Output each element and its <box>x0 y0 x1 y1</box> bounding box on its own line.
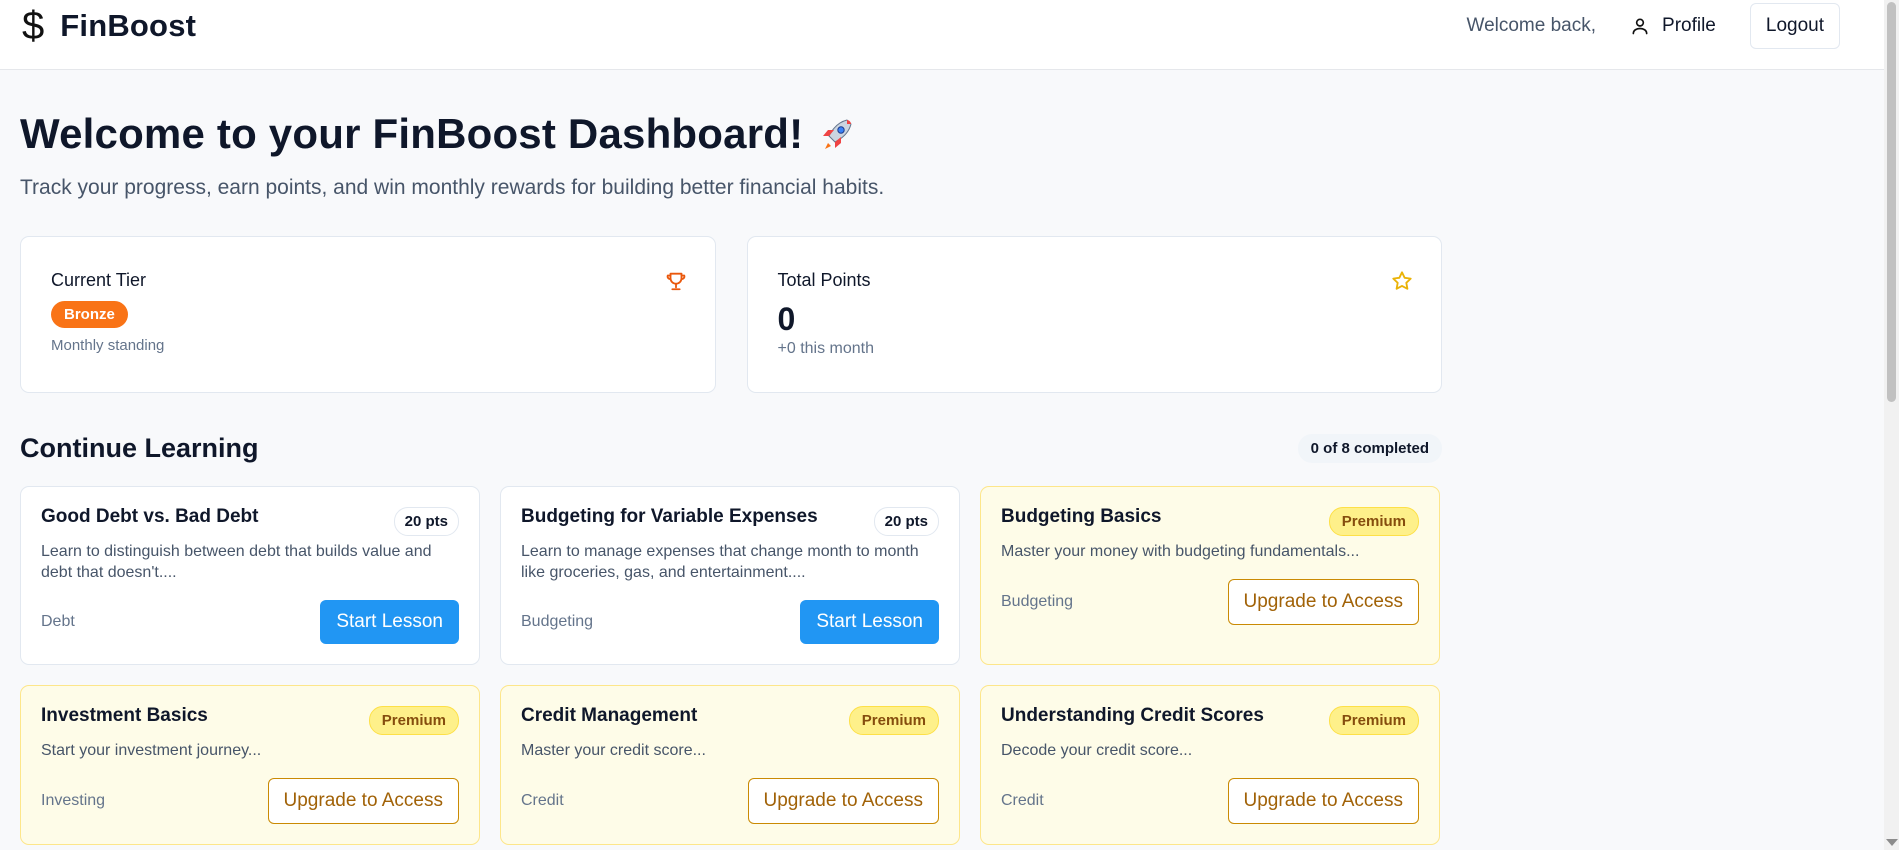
premium-lesson-card: Investment Basics Premium Start your inv… <box>20 685 480 845</box>
user-icon <box>1632 18 1648 34</box>
profile-link[interactable]: Profile <box>1630 15 1716 37</box>
lesson-grid: Good Debt vs. Bad Debt 20 pts Learn to d… <box>20 486 1442 845</box>
completion-badge: 0 of 8 completed <box>1297 434 1442 463</box>
lesson-card: Budgeting for Variable Expenses 20 pts L… <box>500 486 960 665</box>
lesson-footer: Budgeting Upgrade to Access <box>1001 579 1419 625</box>
lesson-footer: Debt Start Lesson <box>41 600 459 644</box>
lesson-description: Decode your credit score... <box>1001 742 1193 759</box>
premium-lesson-card: Budgeting Basics Premium Master your mon… <box>980 486 1440 665</box>
lesson-category: Credit <box>1001 792 1044 809</box>
lesson-description: Master your credit score... <box>521 742 706 759</box>
trophy-icon <box>666 272 685 291</box>
start-lesson-button[interactable]: Start Lesson <box>800 600 939 644</box>
vertical-scrollbar[interactable] <box>1884 0 1899 850</box>
continue-learning-header: Continue Learning 0 of 8 completed <box>20 433 1442 464</box>
header-nav: Welcome back, Profile Logout <box>1466 2 1840 49</box>
lesson-title: Investment Basics <box>41 705 208 726</box>
upgrade-button[interactable]: Upgrade to Access <box>1227 579 1419 625</box>
points-badge: 20 pts <box>393 507 459 536</box>
lesson-title: Understanding Credit Scores <box>1001 705 1264 726</box>
brand[interactable]: $ FinBoost <box>22 6 196 46</box>
scroll-down-arrow-icon[interactable] <box>1886 839 1898 846</box>
lesson-description: Master your money with budgeting fundame… <box>1001 543 1360 560</box>
lesson-title: Good Debt vs. Bad Debt <box>41 506 259 527</box>
lesson-footer: Credit Upgrade to Access <box>1001 778 1419 824</box>
points-value: 0 <box>777 301 796 337</box>
premium-badge: Premium <box>368 706 459 735</box>
lesson-category: Credit <box>521 792 564 809</box>
top-navbar: $ FinBoost Welcome back, Profile Logout <box>0 0 1884 70</box>
tier-label: Current Tier <box>51 270 147 290</box>
premium-badge: Premium <box>1328 706 1419 735</box>
lesson-title: Budgeting for Variable Expenses <box>521 506 818 527</box>
lesson-category: Budgeting <box>521 613 594 630</box>
welcome-text: Welcome back, <box>1466 14 1597 36</box>
lesson-description: Start your investment journey... <box>41 742 262 759</box>
lesson-description: Learn to manage expenses that change mon… <box>521 543 919 581</box>
lesson-card: Good Debt vs. Bad Debt 20 pts Learn to d… <box>20 486 480 665</box>
lesson-category: Investing <box>41 792 106 809</box>
lesson-description: Learn to distinguish between debt that b… <box>41 543 432 581</box>
brand-name: FinBoost <box>60 7 197 43</box>
start-lesson-button[interactable]: Start Lesson <box>320 600 459 644</box>
points-badge: 20 pts <box>873 507 939 536</box>
rocket-icon <box>823 119 852 149</box>
upgrade-button[interactable]: Upgrade to Access <box>1227 778 1419 824</box>
lesson-category: Debt <box>41 613 75 630</box>
star-icon <box>1392 271 1412 290</box>
logout-button[interactable]: Logout <box>1749 2 1840 49</box>
tier-badge: Bronze <box>51 301 128 328</box>
stats-row: Current Tier Bronze Monthly standing Tot… <box>20 236 1442 393</box>
premium-lesson-card: Understanding Credit Scores Premium Deco… <box>980 685 1440 845</box>
premium-lesson-card: Credit Management Premium Master your cr… <box>500 685 960 845</box>
total-points-card: Total Points 0 +0 this month <box>746 236 1442 393</box>
upgrade-button[interactable]: Upgrade to Access <box>747 778 939 824</box>
profile-label: Profile <box>1662 14 1716 36</box>
current-tier-card: Current Tier Bronze Monthly standing <box>20 236 716 393</box>
premium-badge: Premium <box>848 706 939 735</box>
dollar-icon: $ <box>22 3 45 48</box>
section-title: Continue Learning <box>20 433 259 463</box>
lesson-footer: Credit Upgrade to Access <box>521 778 939 824</box>
lesson-footer: Budgeting Start Lesson <box>521 600 939 644</box>
points-label: Total Points <box>777 270 871 290</box>
lesson-footer: Investing Upgrade to Access <box>41 778 459 824</box>
lesson-category: Budgeting <box>1001 593 1074 610</box>
page-title: Welcome to your FinBoost Dashboard! <box>20 110 1442 158</box>
dashboard-main: Welcome to your FinBoost Dashboard! Trac… <box>20 70 1442 845</box>
tier-note: Monthly standing <box>51 337 165 354</box>
page-title-text: Welcome to your FinBoost Dashboard! <box>20 110 804 157</box>
points-note: +0 this month <box>777 340 875 357</box>
lesson-title: Budgeting Basics <box>1001 506 1162 527</box>
lesson-title: Credit Management <box>521 705 698 726</box>
premium-badge: Premium <box>1328 507 1419 536</box>
upgrade-button[interactable]: Upgrade to Access <box>267 778 459 824</box>
scrollbar-thumb[interactable] <box>1887 2 1896 402</box>
page-subtitle: Track your progress, earn points, and wi… <box>20 176 885 199</box>
